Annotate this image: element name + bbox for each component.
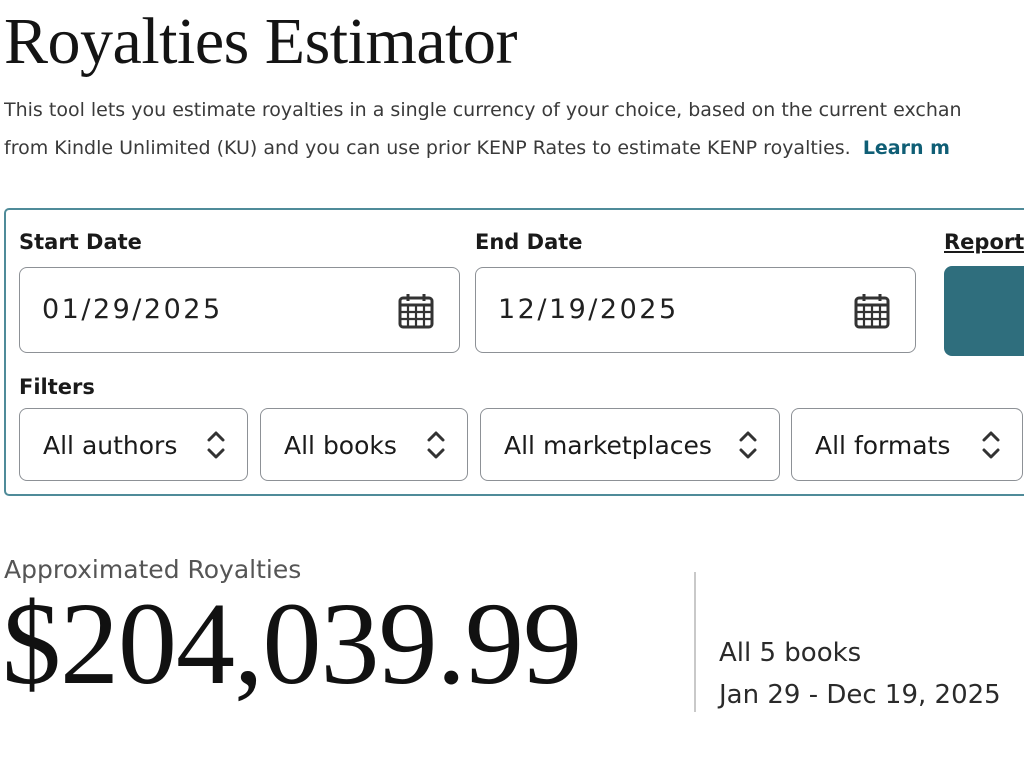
description-line-2-text: from Kindle Unlimited (KU) and you can u… bbox=[4, 137, 851, 159]
chevron-up-down-icon bbox=[982, 431, 1000, 459]
authors-filter-select[interactable]: All authors bbox=[19, 408, 248, 481]
end-date-field[interactable]: 12/19/2025 bbox=[475, 267, 916, 353]
marketplaces-filter-select[interactable]: All marketplaces bbox=[480, 408, 780, 481]
royalties-amount: $204,039.99 bbox=[2, 578, 582, 709]
page-title: Royalties Estimator bbox=[4, 5, 517, 78]
books-summary: All 5 books bbox=[719, 638, 862, 668]
calendar-icon[interactable] bbox=[397, 292, 435, 330]
formats-filter-value: All formats bbox=[815, 431, 951, 460]
divider bbox=[694, 572, 696, 712]
chevron-up-down-icon bbox=[739, 431, 757, 459]
page-description: This tool lets you estimate royalties in… bbox=[4, 91, 1024, 167]
start-date-field[interactable]: 01/29/2025 bbox=[19, 267, 460, 353]
chevron-up-down-icon bbox=[207, 431, 225, 459]
learn-more-link[interactable]: Learn m bbox=[863, 137, 950, 159]
calendar-icon[interactable] bbox=[853, 292, 891, 330]
books-filter-value: All books bbox=[284, 431, 397, 460]
filters-label: Filters bbox=[19, 375, 95, 399]
authors-filter-value: All authors bbox=[43, 431, 178, 460]
formats-filter-select[interactable]: All formats bbox=[791, 408, 1023, 481]
end-date-value: 12/19/2025 bbox=[498, 294, 679, 325]
start-date-value: 01/29/2025 bbox=[42, 294, 223, 325]
report-button[interactable] bbox=[944, 266, 1024, 356]
books-filter-select[interactable]: All books bbox=[260, 408, 468, 481]
date-range-summary: Jan 29 - Dec 19, 2025 bbox=[719, 680, 1001, 710]
marketplaces-filter-value: All marketplaces bbox=[504, 431, 712, 460]
description-line-1: This tool lets you estimate royalties in… bbox=[4, 99, 962, 121]
end-date-label: End Date bbox=[475, 230, 583, 254]
report-label[interactable]: Report bbox=[944, 230, 1024, 254]
description-line-2: from Kindle Unlimited (KU) and you can u… bbox=[4, 129, 1024, 167]
chevron-up-down-icon bbox=[427, 431, 445, 459]
filters-panel: Start Date 01/29/2025 End Date 12/19/202… bbox=[4, 208, 1024, 496]
start-date-label: Start Date bbox=[19, 230, 142, 254]
